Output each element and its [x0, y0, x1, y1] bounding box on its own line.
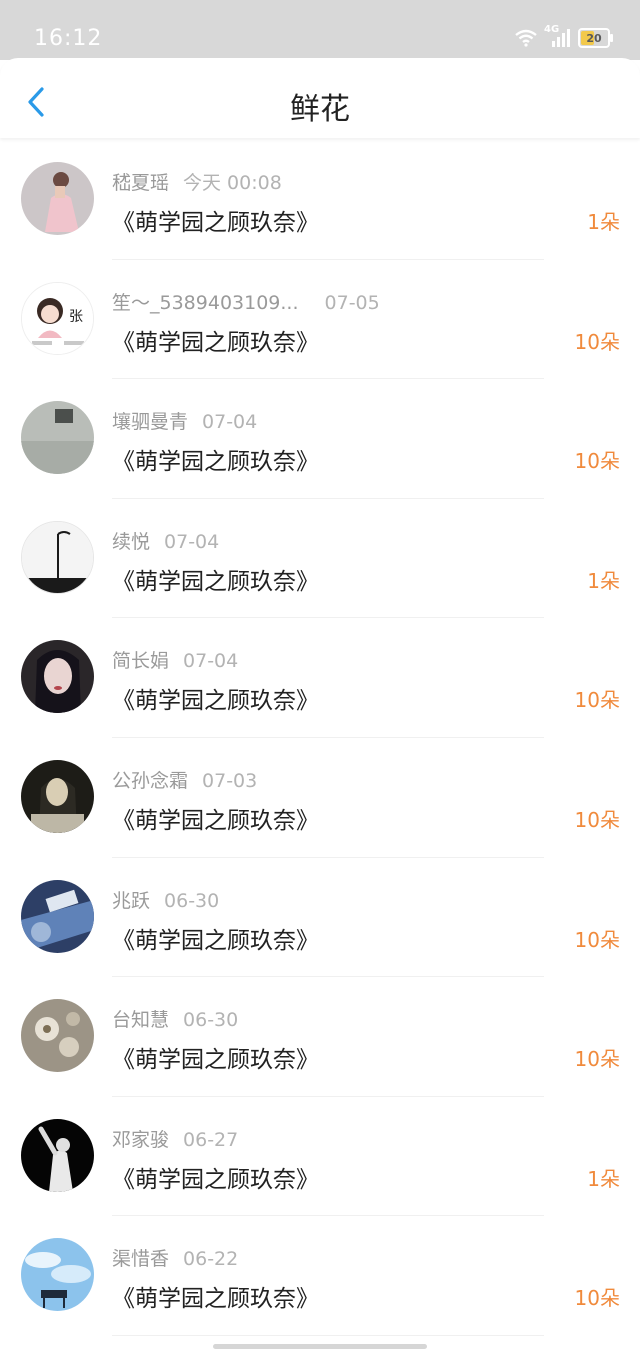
book-title: 《萌学园之顾玖奈》	[112, 688, 319, 715]
home-indicator[interactable]	[213, 1344, 427, 1349]
user-name: 续悦	[112, 530, 151, 553]
list-item[interactable]: 公孙念霜 07-03 《萌学园之顾玖奈》 10朵	[0, 738, 640, 858]
status-time: 16:12	[34, 26, 103, 51]
flower-list: 嵇夏瑶 今天 00:08 《萌学园之顾玖奈》 1朵 张 笙～_5389403109…	[0, 140, 640, 1336]
avatar[interactable]	[21, 401, 94, 475]
flower-count: 10朵	[574, 1047, 620, 1072]
timestamp: 07-03	[202, 769, 258, 792]
status-icons: 4G 20	[514, 24, 613, 50]
avatar[interactable]	[21, 162, 94, 235]
timestamp: 06-30	[183, 1009, 239, 1032]
name-line: 壤驷曼青 07-04	[112, 407, 257, 434]
book-title: 《萌学园之顾玖奈》	[112, 449, 319, 476]
flower-count: 1朵	[587, 1166, 620, 1191]
list-item[interactable]: 张 笙～_5389403109... 07-05 《萌学园之顾玖奈》 10朵	[0, 260, 640, 380]
avatar[interactable]	[21, 520, 94, 594]
user-name: 嵇夏瑶	[112, 172, 170, 194]
book-title: 《萌学园之顾玖奈》	[112, 210, 319, 236]
page-title: 鲜花	[290, 92, 350, 127]
timestamp: 06-27	[183, 1128, 239, 1151]
name-line: 嵇夏瑶 今天 00:08	[112, 168, 282, 195]
avatar-badge-text: 张	[69, 309, 83, 325]
book-title: 《萌学园之顾玖奈》	[112, 568, 319, 595]
user-name: 公孙念霜	[112, 769, 189, 792]
avatar[interactable]	[21, 999, 94, 1073]
flower-count: 10朵	[574, 807, 620, 832]
name-line: 邓家骏 06-27	[112, 1125, 238, 1152]
flower-count: 10朵	[574, 688, 620, 713]
name-line: 续悦 07-04	[112, 527, 219, 554]
list-item[interactable]: 嵇夏瑶 今天 00:08 《萌学园之顾玖奈》 1朵	[0, 140, 640, 260]
list-item[interactable]: 简长娟 07-04 《萌学园之顾玖奈》 10朵	[0, 618, 640, 738]
name-line: 兆跃 06-30	[112, 886, 219, 913]
book-title: 《萌学园之顾玖奈》	[112, 329, 319, 356]
battery-icon: 20	[578, 28, 613, 48]
book-title: 《萌学园之顾玖奈》	[112, 807, 319, 834]
wifi-icon	[515, 29, 537, 47]
signal-icon: 4G	[544, 24, 572, 49]
timestamp: 07-05	[324, 291, 380, 314]
name-line: 简长娟 07-04	[112, 646, 238, 673]
avatar[interactable]	[21, 640, 94, 714]
name-line: 台知慧 06-30	[112, 1005, 238, 1032]
flower-count: 10朵	[574, 329, 620, 354]
user-name: 简长娟	[112, 650, 170, 673]
book-title: 《萌学园之顾玖奈》	[112, 1286, 319, 1313]
avatar[interactable]	[21, 1118, 94, 1192]
flower-count: 1朵	[587, 568, 620, 593]
nav-bar: 鲜花	[0, 58, 640, 138]
user-name: 台知慧	[112, 1009, 170, 1032]
name-line: 公孙念霜 07-03	[112, 766, 257, 793]
list-item[interactable]: 兆跃 06-30 《萌学园之顾玖奈》 10朵	[0, 858, 640, 978]
list-item[interactable]: 邓家骏 06-27 《萌学园之顾玖奈》 1朵	[0, 1097, 640, 1217]
book-title: 《萌学园之顾玖奈》	[112, 1047, 319, 1074]
timestamp: 今天 00:08	[183, 172, 282, 194]
status-bar: 16:12 4G 20	[0, 0, 640, 60]
user-name: 邓家骏	[112, 1128, 170, 1151]
flower-count: 1朵	[587, 210, 620, 234]
name-line: 笙～_5389403109... 07-05	[112, 288, 380, 315]
book-title: 《萌学园之顾玖奈》	[112, 1166, 319, 1193]
list-item[interactable]: 渠惜香 06-22 《萌学园之顾玖奈》 10朵	[0, 1216, 640, 1336]
timestamp: 07-04	[202, 411, 258, 434]
list-item[interactable]: 壤驷曼青 07-04 《萌学园之顾玖奈》 10朵	[0, 379, 640, 499]
user-name: 渠惜香	[112, 1248, 170, 1271]
battery-level: 20	[586, 31, 602, 45]
timestamp: 07-04	[183, 650, 239, 673]
list-item[interactable]: 续悦 07-04 《萌学园之顾玖奈》 1朵	[0, 499, 640, 619]
avatar[interactable]	[21, 1238, 94, 1312]
user-name: 笙～_5389403109...	[112, 291, 299, 314]
book-title: 《萌学园之顾玖奈》	[112, 927, 319, 954]
user-name: 兆跃	[112, 889, 151, 912]
timestamp: 07-04	[164, 530, 220, 553]
avatar[interactable]	[21, 759, 94, 833]
timestamp: 06-30	[164, 889, 220, 912]
divider	[112, 1334, 544, 1336]
list-item[interactable]: 台知慧 06-30 《萌学园之顾玖奈》 10朵	[0, 977, 640, 1097]
flower-count: 10朵	[574, 449, 620, 474]
avatar[interactable]	[21, 879, 94, 953]
name-line: 渠惜香 06-22	[112, 1244, 238, 1271]
timestamp: 06-22	[183, 1248, 239, 1271]
flower-count: 10朵	[574, 1286, 620, 1311]
avatar[interactable]: 张	[21, 281, 94, 355]
user-name: 壤驷曼青	[112, 411, 189, 434]
flower-count: 10朵	[574, 927, 620, 952]
